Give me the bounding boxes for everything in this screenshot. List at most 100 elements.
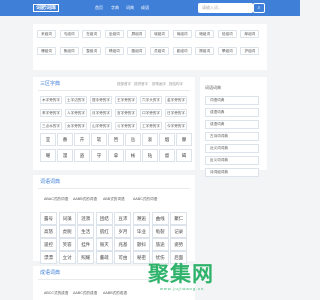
word-item[interactable]: 照耀 xyxy=(77,251,95,264)
char-box[interactable]: 督 xyxy=(159,149,175,162)
char-box[interactable]: 拿 xyxy=(108,149,124,162)
zidian-link[interactable]: 土字边的字 xyxy=(65,96,87,104)
top-tag[interactable]: 晴组词 xyxy=(104,47,124,55)
sidebar-item[interactable]: 成语词典 xyxy=(205,120,259,129)
char-box[interactable]: 钻 xyxy=(142,149,158,162)
char-box[interactable]: 守 xyxy=(91,149,107,162)
idioms-sub-aabb[interactable]: AABB式的成语 xyxy=(103,291,127,296)
top-tag[interactable]: 影组词 xyxy=(172,47,192,55)
word-item[interactable]: 毁灭 xyxy=(95,238,113,251)
word-item[interactable]: 豆沛 xyxy=(114,212,132,225)
top-tag[interactable]: 焦组词 xyxy=(59,47,79,55)
word-item[interactable]: 高怒 xyxy=(40,225,57,238)
top-tag[interactable]: 炫组词 xyxy=(217,30,237,38)
word-item[interactable]: 涟漪 xyxy=(77,212,95,225)
word-item[interactable]: 记录 xyxy=(170,225,188,238)
char-box[interactable]: 岳 xyxy=(125,133,141,146)
zidian-link[interactable]: 女字旁的字 xyxy=(65,122,87,130)
site-logo[interactable]: 词肥词库 xyxy=(33,4,59,12)
zidian-link[interactable]: 人字旁的字 xyxy=(65,109,87,117)
word-item[interactable]: 颤抖 xyxy=(133,238,150,251)
word-item[interactable]: 词藻 xyxy=(58,212,76,225)
tab-bihua[interactable]: 按笔画字 xyxy=(152,82,166,87)
char-box[interactable]: 碣 xyxy=(176,149,192,162)
top-tag[interactable]: 整组词 xyxy=(82,47,102,55)
zidian-link[interactable]: 言字旁的字 xyxy=(115,109,137,117)
zidian-link[interactable]: ㄍ字旁的字 xyxy=(115,122,137,130)
word-item[interactable]: 毕业 xyxy=(133,225,150,238)
char-box[interactable]: 曜 xyxy=(40,149,56,162)
word-item[interactable]: 可由 xyxy=(114,251,132,264)
sidebar-item[interactable]: 词语词典 xyxy=(205,96,259,105)
char-box[interactable]: 卉 xyxy=(74,133,90,146)
top-tag[interactable]: 城组词 xyxy=(150,30,169,38)
top-tag[interactable]: 丐组词 xyxy=(59,30,79,38)
top-tag[interactable]: 护组词 xyxy=(240,47,260,55)
zidian-link[interactable]: 提手旁的字 xyxy=(90,96,112,104)
top-tag[interactable]: 攀组词 xyxy=(217,47,237,55)
word-item[interactable]: 漂漂 xyxy=(40,251,57,264)
char-box[interactable]: 盗 xyxy=(74,149,90,162)
search-button[interactable]: ⌕ xyxy=(253,3,265,13)
words-sub-aabc[interactable]: AABC式的词语 xyxy=(133,197,157,202)
word-item[interactable]: 团结 xyxy=(95,212,113,225)
zidian-link[interactable]: 工字旁的字 xyxy=(140,122,162,130)
zidian-link[interactable]: 禾字旁的字 xyxy=(40,109,62,117)
zidian-link[interactable]: 今字旁的字 xyxy=(165,122,187,130)
word-item[interactable]: 董疏 xyxy=(95,251,113,264)
char-box[interactable]: 腺 xyxy=(176,133,192,146)
zidian-link[interactable]: 穴字头的字 xyxy=(140,96,162,104)
idioms-sub-aabc[interactable]: AABC式的成语 xyxy=(73,291,97,296)
word-item[interactable]: 曲线 xyxy=(151,212,169,225)
top-tag[interactable]: 擦组词 xyxy=(195,47,215,55)
word-item[interactable]: 露号 xyxy=(40,212,57,225)
nav-item-chengyu[interactable]: 成语 xyxy=(141,4,149,12)
word-item[interactable]: 聚仁 xyxy=(170,212,188,225)
char-box[interactable]: 软 xyxy=(91,133,107,146)
words-sub-abac[interactable]: ABAC式的词语 xyxy=(44,197,68,202)
top-tag[interactable]: 坐组词 xyxy=(104,30,124,38)
word-item[interactable]: 姿势 xyxy=(170,238,188,251)
nav-item-cidian[interactable]: 词典 xyxy=(126,4,134,12)
char-box[interactable]: 宜 xyxy=(40,133,56,146)
word-item[interactable]: 挂件 xyxy=(77,238,95,251)
zidian-link[interactable]: 月字旁的字 xyxy=(90,109,112,117)
sidebar-item[interactable]: 反义词词典 xyxy=(205,156,259,165)
zidian-link[interactable]: 日字旁的字 xyxy=(165,109,187,117)
char-box[interactable]: 衷 xyxy=(142,133,158,146)
word-item[interactable]: 兆基 xyxy=(114,238,132,251)
word-item[interactable]: 旅途 xyxy=(151,238,169,251)
top-tag[interactable]: 爆组词 xyxy=(37,47,56,55)
word-item[interactable]: 邂逅 xyxy=(133,212,150,225)
top-tag[interactable]: 屏组词 xyxy=(127,30,147,38)
top-tag[interactable]: 邮组词 xyxy=(240,30,260,38)
words-sub-aabb[interactable]: AABB式的词语 xyxy=(73,197,97,202)
sidebar-item[interactable]: 古诗词词典 xyxy=(205,132,259,141)
sidebar-item[interactable]: 成语词典 xyxy=(205,108,259,117)
word-item[interactable]: 岁月 xyxy=(114,225,132,238)
top-tag[interactable]: 在组词 xyxy=(82,30,102,38)
top-tag[interactable]: 商组词 xyxy=(172,30,192,38)
tab-jiegou[interactable]: 按结构字 xyxy=(169,82,183,87)
word-item[interactable]: 肌红 xyxy=(95,225,113,238)
top-tag[interactable]: 暗组词 xyxy=(195,30,215,38)
top-tag[interactable]: 来组词 xyxy=(37,30,56,38)
zidian-link[interactable]: 王字旁的字 xyxy=(115,96,137,104)
sidebar-item[interactable]: 诗词组词典 xyxy=(205,168,259,177)
zidian-link[interactable]: 木字旁的字 xyxy=(40,96,62,104)
word-item[interactable]: 遥控 xyxy=(40,238,57,251)
word-item[interactable]: 立讨 xyxy=(58,251,76,264)
char-box[interactable]: 帐 xyxy=(125,149,141,162)
nav-item-zidian[interactable]: 字典 xyxy=(111,4,119,12)
zidian-link[interactable]: 三点水的字 xyxy=(40,122,62,130)
word-item[interactable]: 虎睨 xyxy=(58,225,76,238)
zidian-link[interactable]: 口字旁的字 xyxy=(140,109,162,117)
word-item[interactable]: 龟裂 xyxy=(151,225,169,238)
tab-bushou[interactable]: 按部首字 xyxy=(117,82,131,87)
char-box[interactable]: 番 xyxy=(57,133,73,146)
sidebar-item[interactable]: 近义词词典 xyxy=(205,144,259,153)
top-tag[interactable]: 腹组词 xyxy=(127,47,147,55)
word-item[interactable]: 生活 xyxy=(77,225,95,238)
char-box[interactable]: 烟 xyxy=(159,133,175,146)
zidian-link[interactable]: 金字旁的字 xyxy=(165,96,187,104)
